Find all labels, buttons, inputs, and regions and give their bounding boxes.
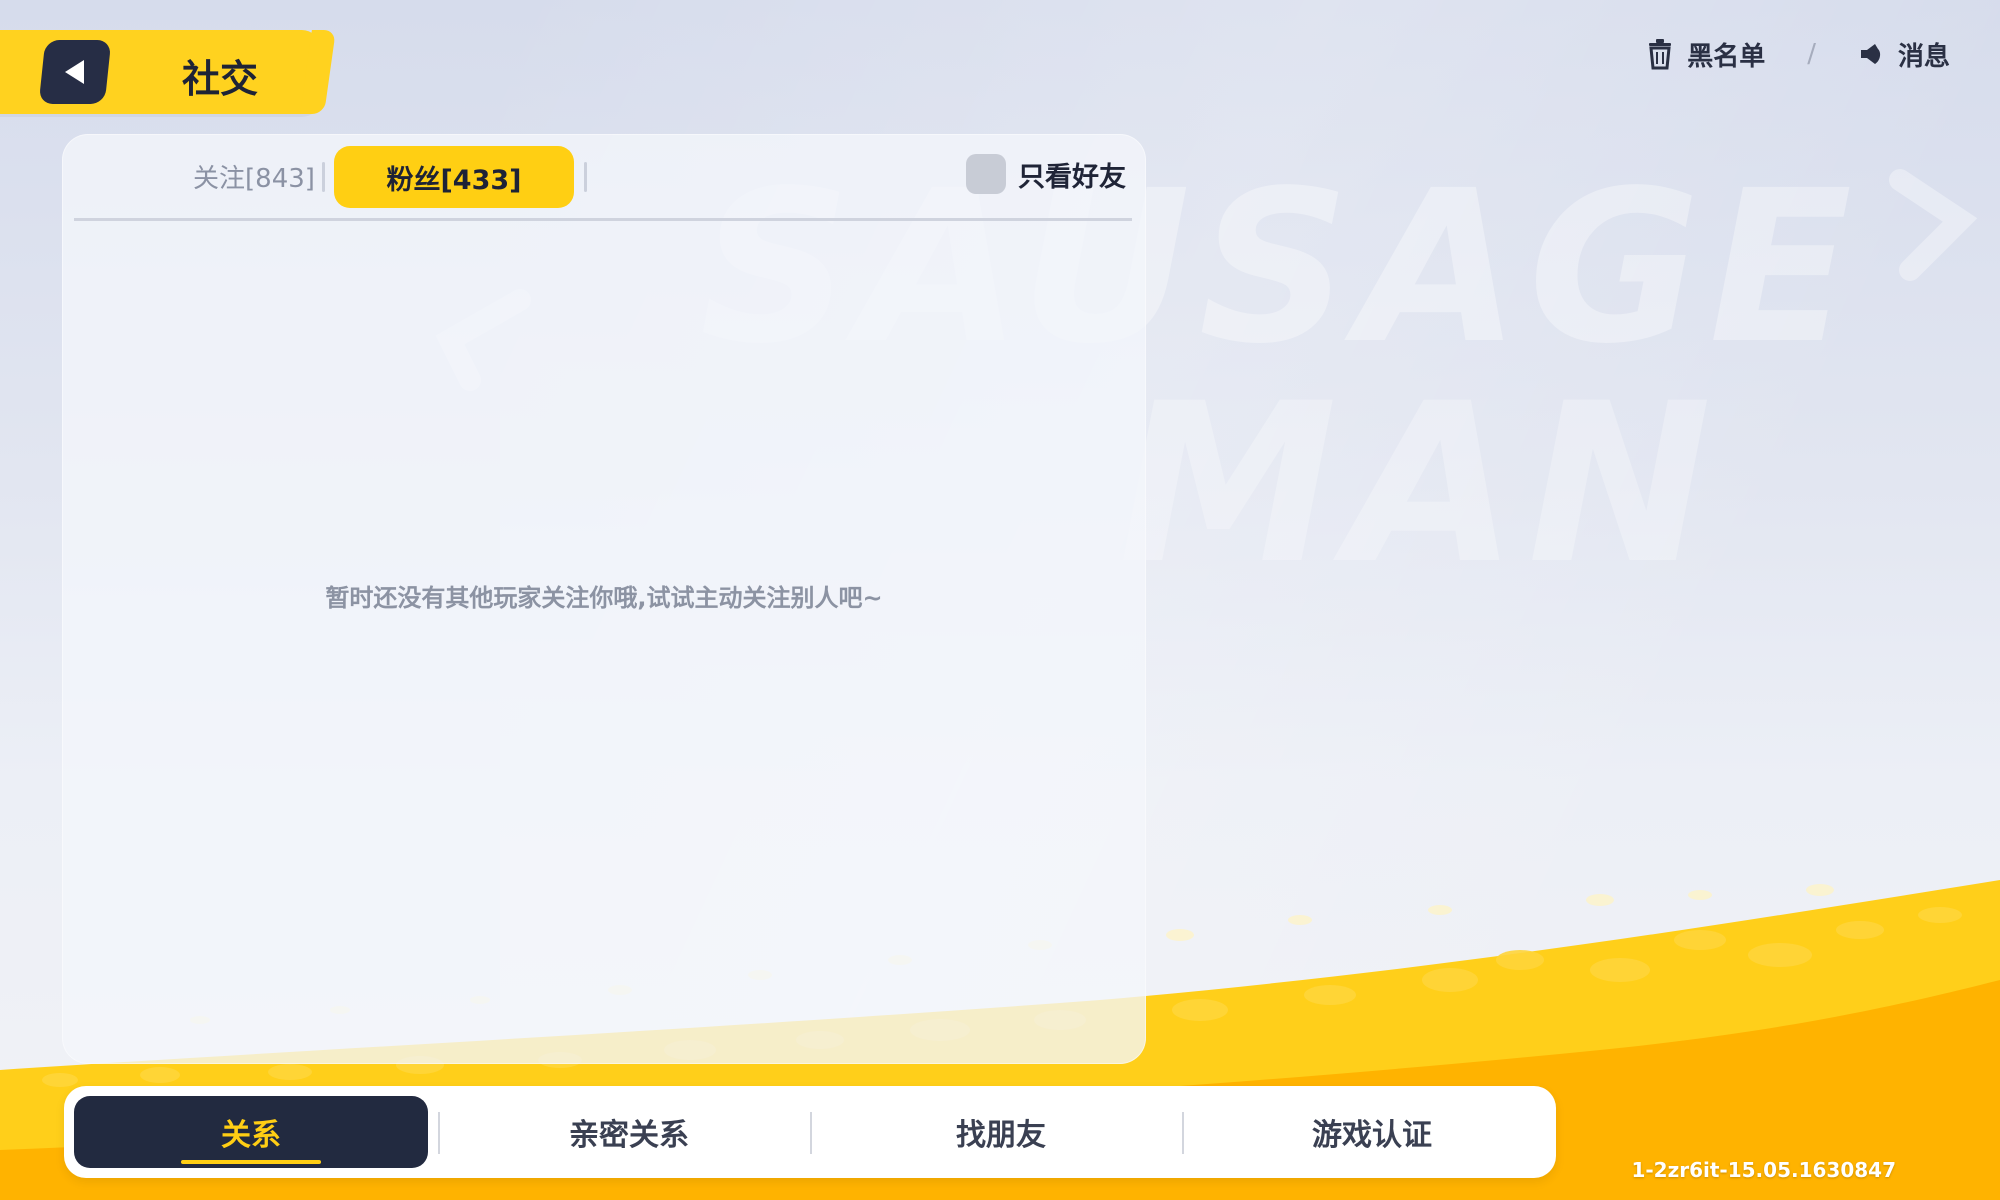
speaker-icon [1860, 44, 1881, 64]
watermark-line-2: MAN [1118, 356, 1721, 612]
nav-tab-relations-label: 关系 [221, 1118, 281, 1153]
trash-icon [1649, 39, 1672, 70]
tab-separator [584, 162, 587, 192]
blacklist-button[interactable]: 黑名单 [1647, 36, 1765, 73]
nav-tab-intimacy-label: 亲密关系 [569, 1118, 689, 1153]
messages-button[interactable]: 消息 [1858, 36, 1950, 73]
bottom-nav: 关系 亲密关系 找朋友 游戏认证 [64, 1086, 1556, 1178]
nav-separator [810, 1112, 812, 1154]
messages-label: 消息 [1897, 41, 1950, 72]
nav-tab-find-friends-label: 找朋友 [956, 1118, 1046, 1153]
panel-divider [74, 218, 1132, 221]
blacklist-label: 黑名单 [1687, 41, 1766, 72]
top-right-actions: 黑名单 / 消息 [1647, 34, 1950, 74]
version-label: 1-2zr6it-15.05.1630847 [1631, 1158, 1896, 1182]
nav-tab-intimacy[interactable]: 亲密关系 [448, 1096, 810, 1168]
top-right-divider: / [1807, 39, 1816, 69]
nav-tab-game-verification[interactable]: 游戏认证 [1192, 1096, 1552, 1168]
nav-tab-relations[interactable]: 关系 [74, 1096, 428, 1168]
friends-only-label: 只看好友 [1018, 161, 1126, 193]
nav-separator [438, 1112, 440, 1154]
followers-panel: 关注[843] 粉丝[433] 只看好友 暂时还没有其他玩家关注你哦,试试主动关… [62, 134, 1146, 1064]
back-button[interactable] [38, 40, 112, 104]
active-tab-underline [181, 1160, 321, 1164]
nav-separator [1182, 1112, 1184, 1154]
tab-followers[interactable]: 粉丝[433] [334, 146, 574, 208]
nav-tab-find-friends[interactable]: 找朋友 [820, 1096, 1182, 1168]
page-header: 社交 [0, 30, 320, 114]
empty-state-message: 暂时还没有其他玩家关注你哦,试试主动关注别人吧~ [325, 584, 883, 612]
page-title: 社交 [182, 57, 259, 101]
friends-only-toggle[interactable]: 只看好友 [966, 154, 1126, 194]
tab-separator [322, 162, 325, 192]
nav-tab-game-verification-label: 游戏认证 [1312, 1118, 1432, 1153]
back-arrow-icon [65, 60, 84, 84]
friends-only-checkbox[interactable] [966, 154, 1006, 194]
